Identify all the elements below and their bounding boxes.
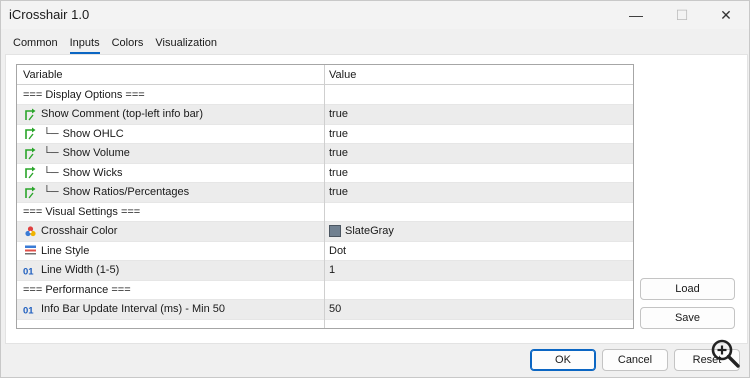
value-cell[interactable]: true bbox=[324, 186, 633, 198]
variable-label: === Visual Settings === bbox=[23, 205, 141, 218]
svg-text:01: 01 bbox=[23, 305, 34, 316]
table-row[interactable]: └─ Show Volume true bbox=[17, 144, 633, 164]
value-text: true bbox=[329, 166, 348, 179]
variable-cell: 01 Info Bar Update Interval (ms) - Min 50 bbox=[17, 302, 324, 316]
tab-colors[interactable]: Colors bbox=[106, 36, 150, 54]
load-button[interactable]: Load bbox=[640, 278, 735, 300]
tree-indent-glyph: └─ bbox=[43, 127, 59, 140]
variable-label: Show Comment (top-left info bar) bbox=[41, 108, 204, 121]
table-row[interactable]: └─ Show Wicks true bbox=[17, 164, 633, 183]
table-row[interactable]: 01 Info Bar Update Interval (ms) - Min 50… bbox=[17, 300, 633, 320]
tree-indent-glyph: └─ bbox=[43, 147, 59, 160]
bool-arrow-icon bbox=[23, 127, 37, 141]
table-row[interactable]: Show Comment (top-left info bar) true bbox=[17, 105, 633, 125]
variable-label: Show Volume bbox=[62, 147, 130, 160]
bool-arrow-icon bbox=[23, 166, 37, 180]
value-cell[interactable]: SlateGray bbox=[324, 225, 633, 238]
window-title: iCrosshair 1.0 bbox=[9, 7, 90, 22]
close-button[interactable]: ✕ bbox=[703, 1, 749, 29]
zoom-in-icon[interactable] bbox=[708, 337, 742, 371]
table-row[interactable]: === Performance === bbox=[17, 281, 633, 300]
dialog-window: iCrosshair 1.0 — ☐ ✕ Common Inputs Color… bbox=[0, 0, 750, 378]
table-row[interactable]: === Display Options === bbox=[17, 86, 633, 105]
maximize-icon: ☐ bbox=[675, 6, 689, 23]
value-cell[interactable]: 1 bbox=[324, 264, 633, 276]
variable-cell: === Visual Settings === bbox=[17, 206, 324, 218]
value-text: true bbox=[329, 186, 348, 199]
value-text: true bbox=[329, 147, 348, 160]
ok-button[interactable]: OK bbox=[530, 349, 596, 371]
value-text: Dot bbox=[329, 244, 347, 257]
value-text: 50 bbox=[329, 303, 342, 316]
variable-cell: Crosshair Color bbox=[17, 224, 324, 238]
variable-label: Show OHLC bbox=[62, 127, 124, 140]
value-text: SlateGray bbox=[345, 225, 394, 238]
variable-cell: └─ Show OHLC bbox=[17, 127, 324, 141]
save-button[interactable]: Save bbox=[640, 307, 735, 329]
svg-text:01: 01 bbox=[23, 266, 34, 277]
variable-cell: └─ Show Wicks bbox=[17, 166, 324, 180]
close-icon: ✕ bbox=[720, 6, 732, 23]
variable-label: Crosshair Color bbox=[41, 225, 118, 238]
table-row[interactable]: └─ Show Ratios/Percentages true bbox=[17, 183, 633, 203]
variable-cell: └─ Show Ratios/Percentages bbox=[17, 185, 324, 199]
color-palette-icon bbox=[23, 224, 37, 238]
variable-label: Show Ratios/Percentages bbox=[62, 186, 190, 199]
value-text: true bbox=[329, 108, 348, 121]
variable-label: Info Bar Update Interval (ms) - Min 50 bbox=[41, 303, 226, 316]
table-row[interactable]: Line Style Dot bbox=[17, 242, 633, 261]
value-cell[interactable]: true bbox=[324, 147, 633, 159]
bool-arrow-icon bbox=[23, 146, 37, 160]
table-row[interactable]: └─ Show OHLC true bbox=[17, 125, 633, 144]
variable-cell: Line Style bbox=[17, 244, 324, 258]
tree-indent-glyph: └─ bbox=[43, 166, 59, 179]
variable-cell: 01 Line Width (1-5) bbox=[17, 263, 324, 277]
value-text: 1 bbox=[329, 264, 336, 277]
variable-cell: === Performance === bbox=[17, 284, 324, 296]
bool-arrow-icon bbox=[23, 185, 37, 199]
variable-label: Line Width (1-5) bbox=[41, 264, 120, 277]
value-cell[interactable]: 50 bbox=[324, 303, 633, 315]
value-cell[interactable]: Dot bbox=[324, 245, 633, 257]
variable-label: Show Wicks bbox=[62, 166, 123, 179]
minimize-icon: — bbox=[629, 7, 643, 23]
tab-inputs[interactable]: Inputs bbox=[64, 36, 106, 54]
grid-header: Variable Value bbox=[17, 65, 633, 85]
variable-label: === Display Options === bbox=[23, 88, 145, 101]
table-row[interactable]: Crosshair Color SlateGray bbox=[17, 222, 633, 242]
bool-arrow-icon bbox=[23, 107, 37, 121]
color-swatch bbox=[329, 225, 341, 238]
variable-cell: Show Comment (top-left info bar) bbox=[17, 107, 324, 121]
inputs-grid[interactable]: Variable Value === Display Options === Sh… bbox=[16, 64, 634, 329]
integer-icon: 01 bbox=[23, 302, 37, 316]
line-style-icon bbox=[23, 244, 37, 258]
cancel-button[interactable]: Cancel bbox=[602, 349, 668, 371]
variable-label: === Performance === bbox=[23, 283, 131, 296]
title-bar: iCrosshair 1.0 — ☐ ✕ bbox=[1, 1, 749, 29]
value-cell[interactable]: true bbox=[324, 108, 633, 120]
value-cell[interactable]: true bbox=[324, 128, 633, 140]
tab-visualization[interactable]: Visualization bbox=[149, 36, 223, 54]
variable-label: Line Style bbox=[41, 244, 90, 257]
tab-common[interactable]: Common bbox=[13, 36, 64, 54]
value-cell[interactable]: true bbox=[324, 167, 633, 179]
tree-indent-glyph: └─ bbox=[43, 186, 59, 199]
tab-bar: Common Inputs Colors Visualization bbox=[13, 36, 223, 54]
column-divider[interactable] bbox=[324, 65, 325, 328]
header-value[interactable]: Value bbox=[324, 69, 633, 81]
header-variable[interactable]: Variable bbox=[17, 69, 324, 81]
table-row[interactable]: 01 Line Width (1-5) 1 bbox=[17, 261, 633, 281]
maximize-button: ☐ bbox=[659, 1, 705, 29]
value-text: true bbox=[329, 127, 348, 140]
variable-cell: === Display Options === bbox=[17, 89, 324, 101]
variable-cell: └─ Show Volume bbox=[17, 146, 324, 160]
minimize-button[interactable]: — bbox=[613, 1, 659, 29]
integer-icon: 01 bbox=[23, 263, 37, 277]
table-row[interactable]: === Visual Settings === bbox=[17, 203, 633, 222]
